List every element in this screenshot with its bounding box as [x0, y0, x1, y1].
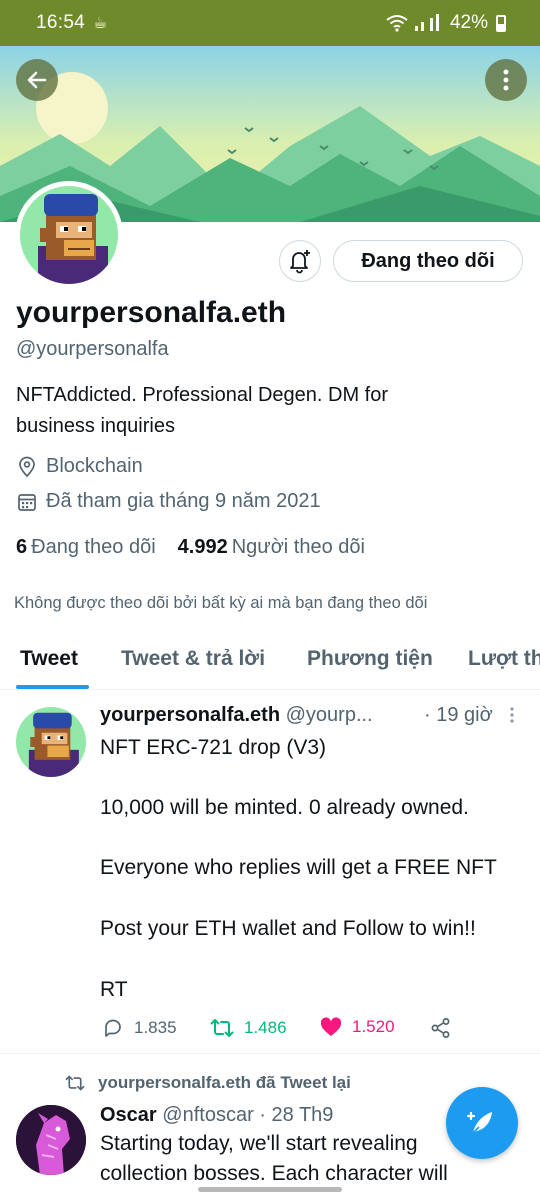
tweet-author-name[interactable]: yourpersonalfa.eth — [100, 704, 280, 726]
compose-feather-icon — [466, 1111, 492, 1136]
join-date-row: Đã tham gia tháng 9 năm 2021 — [16, 490, 321, 513]
home-indicator[interactable] — [198, 1187, 342, 1192]
tweet-time: · 28 Th9 — [259, 1104, 334, 1126]
following-button[interactable]: Đang theo dõi — [333, 240, 523, 282]
retweeted-by-label: yourpersonalfa.eth đã Tweet lại — [64, 1073, 351, 1093]
followers-label: Người theo dõi — [231, 536, 365, 558]
like-count: 1.520 — [352, 1017, 395, 1036]
location-row: Blockchain — [16, 455, 143, 478]
profile-tabs: Tweet Tweet & trả lời Phương tiện Lượt t… — [0, 630, 540, 690]
ape-avatar-image — [16, 707, 86, 777]
not-followed-note: Không được theo dõi bởi bất kỳ ai mà bạn… — [14, 594, 428, 612]
profile-handle: @yourpersonalfa — [16, 338, 169, 360]
tweet-text-line: 10,000 will be minted. 0 already owned. — [100, 796, 469, 819]
following-label: Đang theo dõi — [31, 536, 156, 558]
tweet-author-handle: @nftoscar — [162, 1104, 254, 1126]
tweet-author-handle: @yourp... — [285, 704, 373, 726]
status-right: 42% — [386, 12, 506, 34]
retweet-icon — [210, 1019, 234, 1037]
profile-bio: NFTAddicted. Professional Degen. DM for … — [16, 380, 516, 442]
battery-percent: 42% — [449, 12, 488, 33]
back-button[interactable] — [16, 59, 58, 101]
tweet-avatar[interactable] — [16, 707, 86, 777]
signal-icon — [414, 14, 439, 31]
ape-avatar-image — [20, 186, 118, 284]
battery-icon — [496, 14, 506, 32]
retweet-icon — [65, 1075, 85, 1091]
follow-stats: 6 Đang theo dõi 4.992 Người theo dõi — [16, 536, 365, 559]
notifications-button[interactable] — [279, 240, 321, 282]
tab-likes[interactable]: Lượt th — [468, 630, 540, 689]
wifi-icon — [386, 15, 408, 32]
tweet-text-line: Starting today, we'll start revealing — [100, 1132, 418, 1155]
display-name: yourpersonalfa.eth — [16, 296, 287, 329]
followers-count: 4.992 — [177, 536, 228, 558]
tweet-time: · 19 giờ — [424, 704, 493, 726]
tweet-author-name[interactable]: Oscar — [100, 1104, 157, 1126]
status-bar: 16:54 ☕ 42% — [0, 0, 540, 46]
share-button[interactable] — [430, 1017, 452, 1039]
tab-tweets[interactable]: Tweet — [20, 630, 78, 689]
join-date-text: Đã tham gia tháng 9 năm 2021 — [46, 490, 321, 512]
tweet[interactable]: yourpersonalfa.eth @yourp... · 19 giờ NF… — [0, 690, 540, 1054]
location-text: Blockchain — [46, 455, 143, 477]
retweet-count: 1.486 — [244, 1018, 287, 1037]
followers-link[interactable]: 4.992 Người theo dõi — [178, 536, 365, 559]
following-link[interactable]: 6 Đang theo dõi — [16, 536, 156, 559]
heart-filled-icon — [320, 1017, 342, 1036]
profile-avatar[interactable] — [15, 181, 123, 289]
tweet-text-line: RT — [100, 978, 128, 1001]
tweet-avatar[interactable] — [16, 1105, 86, 1175]
location-pin-icon — [16, 456, 38, 478]
compose-tweet-button[interactable] — [446, 1087, 518, 1159]
more-vertical-icon — [510, 707, 514, 723]
notification-bell-plus-icon — [290, 250, 310, 274]
arrow-left-icon — [27, 71, 47, 89]
tweet-menu-button[interactable] — [509, 706, 515, 729]
tweet-text-line: NFT ERC-721 drop (V3) — [100, 736, 327, 759]
bio-line: business inquiries — [16, 415, 175, 437]
horse-avatar-image — [16, 1105, 86, 1175]
active-tab-indicator — [16, 685, 89, 689]
following-count: 6 — [16, 536, 28, 558]
bio-line: NFTAddicted. Professional Degen. DM for — [16, 384, 389, 406]
tweet-header: Oscar @nftoscar · 28 Th9 — [100, 1104, 333, 1127]
status-time: 16:54 — [36, 12, 86, 33]
more-options-button[interactable] — [485, 59, 527, 101]
reply-button[interactable]: 1.835 — [102, 1017, 177, 1039]
tab-tweets-replies[interactable]: Tweet & trả lời — [121, 630, 265, 689]
reply-icon — [105, 1019, 121, 1037]
retweeted-by-text: yourpersonalfa.eth đã Tweet lại — [98, 1073, 351, 1092]
like-button[interactable]: 1.520 — [320, 1017, 395, 1037]
cup-icon: ☕ — [93, 15, 108, 32]
tweet-text-line: Post your ETH wallet and Follow to win!! — [100, 917, 476, 940]
tab-media[interactable]: Phương tiện — [307, 630, 433, 689]
tweet-actions: 1.835 1.486 1.520 — [100, 1017, 520, 1041]
share-icon — [431, 1018, 450, 1038]
calendar-icon — [16, 491, 38, 513]
tweet-text-line: Everyone who replies will get a FREE NFT — [100, 856, 497, 879]
more-vertical-icon — [503, 69, 509, 91]
tweet-text-line: collection bosses. Each character will — [100, 1162, 448, 1185]
retweet-button[interactable]: 1.486 — [210, 1017, 287, 1039]
reply-count: 1.835 — [134, 1018, 177, 1037]
